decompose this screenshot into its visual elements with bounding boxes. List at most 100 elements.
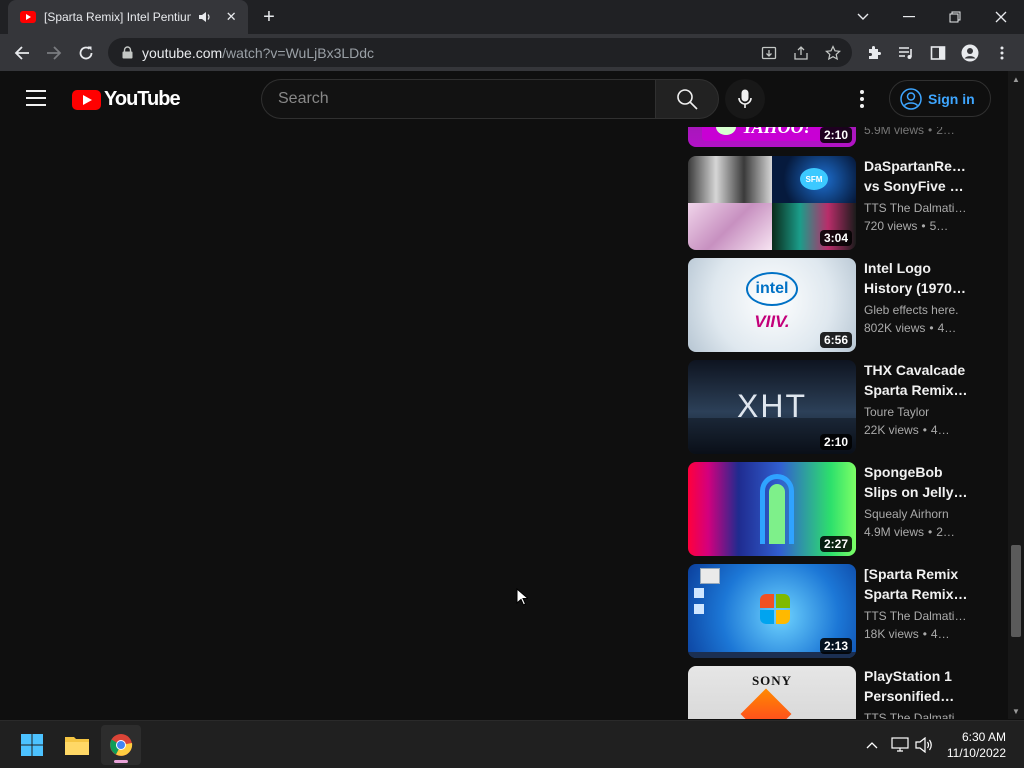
system-clock[interactable]: 6:30 AM 11/10/2022 [947, 729, 1006, 761]
recommended-video[interactable]: YAHOO! 2:10 5.9M views•2… [688, 127, 978, 147]
volume-icon[interactable] [914, 735, 934, 755]
close-window-button[interactable] [978, 0, 1024, 34]
video-duration: 6:56 [819, 332, 852, 348]
video-thumbnail[interactable]: 2:27 [688, 462, 856, 556]
video-age: 4… [930, 423, 950, 437]
install-app-icon[interactable] [760, 44, 778, 62]
channel-name[interactable]: Toure Taylor [864, 403, 968, 421]
browser-tab-strip: [Sparta Remix] Intel Pentium ✕ + [0, 0, 1024, 34]
video-duration: 2:10 [819, 434, 852, 450]
recommended-video[interactable]: SONY PlayStation 1 Personified… TTS The D… [688, 666, 978, 719]
search-box[interactable] [261, 79, 655, 119]
video-views: 22K views [864, 423, 919, 437]
bookmark-star-icon[interactable] [824, 44, 842, 62]
channel-name[interactable]: Gleb effects here. [864, 301, 968, 319]
url-host: youtube.com [142, 44, 223, 61]
restore-button[interactable] [932, 0, 978, 34]
channel-name[interactable]: TTS The Dalmati… [864, 199, 968, 217]
windows-taskbar: 6:30 AM 11/10/2022 [0, 720, 1024, 768]
recommended-video[interactable]: SFM 3:04 DaSpartanRemix vs SonyFive v… TT… [688, 156, 978, 250]
video-title[interactable]: THX Cavalcade Sparta Remix… [864, 360, 968, 400]
minimize-button[interactable] [886, 0, 932, 34]
video-duration: 2:13 [819, 638, 852, 654]
video-thumbnail[interactable]: intel VIIV. 6:56 [688, 258, 856, 352]
address-bar[interactable]: youtube.com/watch?v=WuLjBx3LDdc [108, 38, 852, 67]
side-panel-icon[interactable] [928, 43, 948, 63]
thumbnail-text: XHT [737, 388, 807, 424]
account-circle-icon [900, 87, 922, 110]
clock-date: 11/10/2022 [946, 746, 1006, 760]
video-age: 4… [930, 627, 950, 641]
new-tab-button[interactable]: + [258, 6, 280, 28]
video-views: 4.9M views [864, 525, 925, 539]
tab-title: [Sparta Remix] Intel Pentium [44, 10, 191, 24]
thumbnail-text: SFM [805, 174, 823, 184]
settings-kebab-icon[interactable] [850, 87, 874, 111]
folder-icon[interactable] [57, 725, 97, 765]
video-title[interactable]: PlayStation 1 Personified… [864, 666, 968, 706]
voice-search-button[interactable] [725, 79, 765, 119]
video-thumbnail[interactable]: YAHOO! 2:10 [688, 127, 856, 147]
video-views: 720 views [864, 219, 918, 233]
youtube-header: YouTube Sign in [0, 71, 1008, 127]
recommended-video[interactable]: intel VIIV. 6:56 Intel Logo History (1970… [688, 258, 978, 352]
puzzle-icon[interactable] [864, 43, 884, 63]
page-scrollbar[interactable]: ▲ ▼ [1008, 71, 1024, 719]
video-thumbnail[interactable]: XHT 2:10 [688, 360, 856, 454]
video-duration: 2:27 [819, 536, 852, 552]
forward-button[interactable] [40, 39, 68, 67]
youtube-logo[interactable]: YouTube [72, 88, 181, 111]
recommended-video[interactable]: XHT 2:10 THX Cavalcade Sparta Remix… Tour… [688, 360, 978, 454]
tab-search-chevron-icon[interactable] [840, 0, 886, 34]
browser-toolbar: youtube.com/watch?v=WuLjBx3LDdc [0, 34, 1024, 71]
video-views: 802K views [864, 321, 926, 335]
browser-tab-active[interactable]: [Sparta Remix] Intel Pentium ✕ [8, 0, 248, 34]
video-title[interactable]: Intel Logo History (1970-… [864, 258, 968, 298]
channel-name[interactable]: TTS The Dalmati… [864, 709, 968, 719]
scroll-up-arrow-icon[interactable]: ▲ [1008, 71, 1024, 87]
video-title[interactable]: [Sparta Remix Sparta Remix]… [864, 564, 968, 604]
video-age: 5… [929, 219, 949, 233]
video-thumbnail[interactable]: SFM 3:04 [688, 156, 856, 250]
profile-icon[interactable] [960, 43, 980, 63]
mouse-pointer-icon [516, 588, 528, 606]
scrollbar-thumb[interactable] [1011, 545, 1021, 637]
thumbnail-text: intel [755, 280, 789, 297]
video-thumbnail[interactable]: SONY [688, 666, 856, 719]
video-views: 18K views [864, 627, 919, 641]
tab-close-icon[interactable]: ✕ [222, 8, 240, 26]
network-icon[interactable] [890, 735, 910, 755]
hamburger-menu-icon[interactable] [26, 90, 46, 106]
share-icon[interactable] [792, 44, 810, 62]
channel-name[interactable]: Squealy Airhorn [864, 505, 968, 523]
chrome-menu-icon[interactable] [992, 43, 1012, 63]
video-thumbnail[interactable]: 2:13 [688, 564, 856, 658]
reload-button[interactable] [72, 39, 100, 67]
search-icon [677, 89, 698, 110]
microphone-icon [738, 89, 752, 108]
back-button[interactable] [8, 39, 36, 67]
url-path: /watch?v=WuLjBx3LDdc [222, 44, 375, 61]
sign-in-label: Sign in [928, 90, 975, 107]
chrome-icon[interactable] [101, 725, 141, 765]
thumbnail-text: YAHOO! [742, 127, 811, 138]
channel-name[interactable]: TTS The Dalmati… [864, 607, 968, 625]
search-input[interactable] [278, 90, 638, 108]
search-button[interactable] [655, 79, 719, 119]
video-age: 2… [936, 525, 955, 539]
lock-icon[interactable] [120, 46, 134, 60]
chevron-up-icon[interactable] [862, 735, 882, 755]
thumbnail-subtext: VIIV. [754, 312, 790, 331]
recommended-video[interactable]: 2:13 [Sparta Remix Sparta Remix]… TTS The… [688, 564, 978, 658]
sign-in-button[interactable]: Sign in [889, 80, 991, 117]
video-title[interactable]: SpongeBob Slips on Jelly… [864, 462, 968, 502]
video-age: 2… [936, 127, 955, 137]
scroll-down-arrow-icon[interactable]: ▼ [1008, 703, 1024, 719]
recommended-video[interactable]: 2:27 SpongeBob Slips on Jelly… Squealy Ai… [688, 462, 978, 556]
speaker-icon[interactable] [197, 9, 213, 25]
media-control-icon[interactable] [896, 43, 916, 63]
youtube-favicon-icon [20, 11, 36, 23]
video-title[interactable]: DaSpartanRemix vs SonyFive v… [864, 156, 968, 196]
windows-start-icon[interactable] [12, 725, 52, 765]
youtube-play-logo-icon [72, 89, 101, 110]
